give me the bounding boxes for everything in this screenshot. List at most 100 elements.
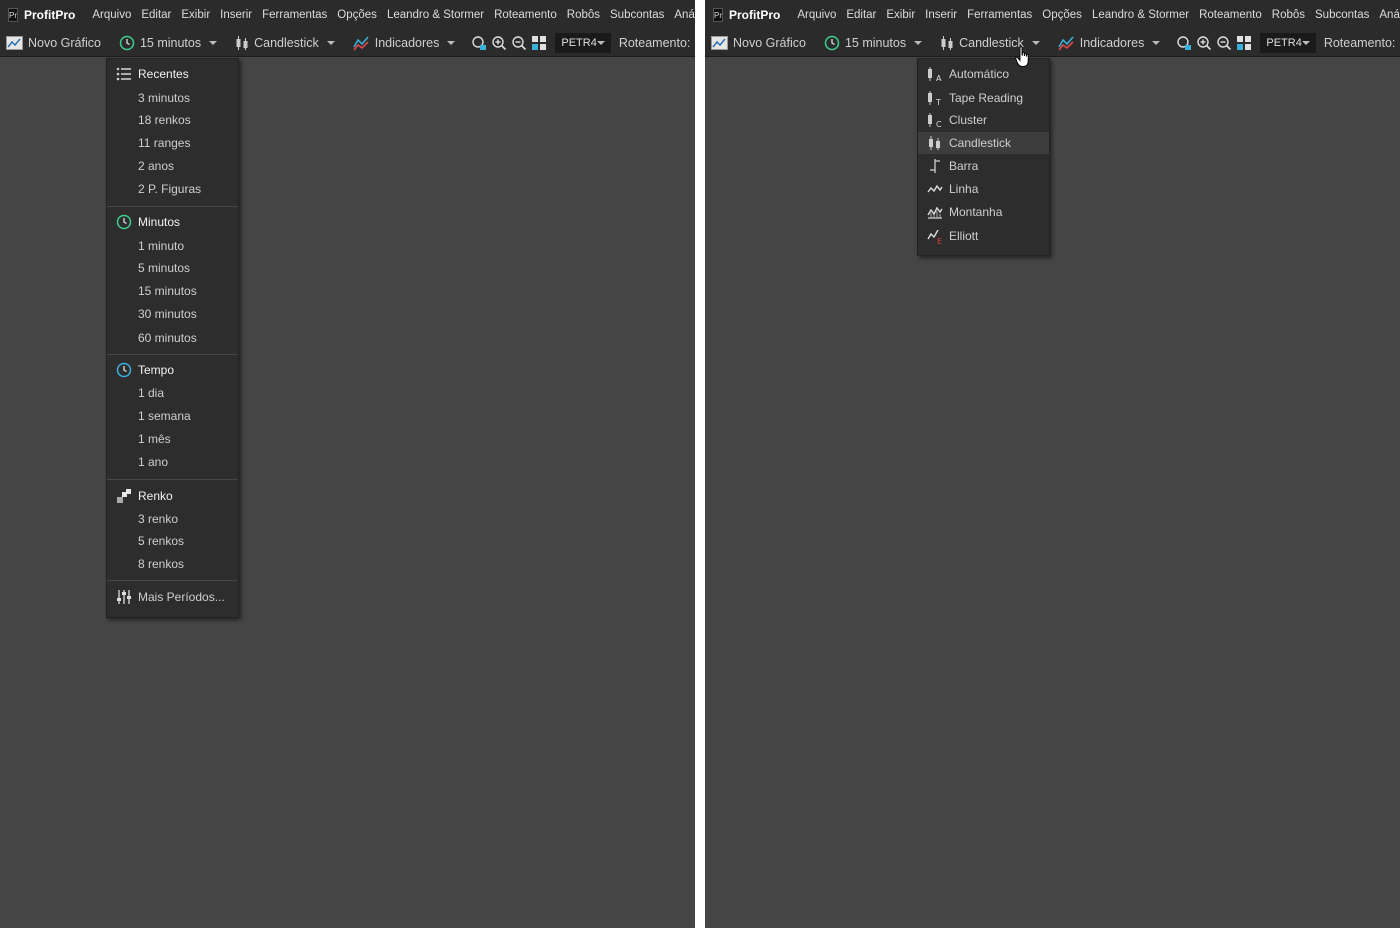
- zoom-out-button[interactable]: [511, 33, 527, 53]
- chart-type-item-montanha[interactable]: Montanha: [918, 201, 1049, 223]
- period-item[interactable]: 8 renkos: [107, 553, 238, 575]
- menu-opcoes[interactable]: Opções: [1042, 9, 1082, 21]
- menu-inserir[interactable]: Inserir: [220, 9, 252, 21]
- section-header-label: Recentes: [138, 67, 189, 81]
- chevron-down-icon: [447, 41, 456, 45]
- chart-type-item-automatico[interactable]: A Automático: [918, 63, 1049, 85]
- period-item[interactable]: 60 minutos: [107, 327, 238, 349]
- period-label: 15 minutos: [139, 36, 202, 50]
- ticker-select[interactable]: PETR4: [1260, 33, 1316, 53]
- chart-type-item-cluster[interactable]: C Cluster: [918, 109, 1049, 131]
- candle-a-icon: A: [928, 67, 942, 82]
- section-header-label: Renko: [138, 489, 173, 503]
- more-periods-item[interactable]: Mais Períodos...: [107, 586, 238, 608]
- menu-exibir[interactable]: Exibir: [886, 9, 915, 21]
- period-item[interactable]: 11 ranges: [107, 132, 238, 154]
- zoom-in-button[interactable]: [491, 33, 507, 53]
- chart-type-dropdown: A Automático T Tape Reading C Cluster Ca…: [917, 58, 1050, 256]
- chart-type-label: Elliott: [949, 229, 979, 243]
- chart-type-label: Candlestick: [254, 36, 319, 50]
- layout-button[interactable]: [531, 33, 547, 53]
- period-item[interactable]: 1 minuto: [107, 235, 238, 257]
- ticker-select[interactable]: PETR4: [555, 33, 611, 53]
- menu-exibir[interactable]: Exibir: [181, 9, 210, 21]
- menu-ferramentas[interactable]: Ferramentas: [967, 9, 1032, 21]
- layout-grid-icon: [532, 36, 547, 50]
- period-item[interactable]: 3 minutos: [107, 87, 238, 109]
- zoom-reset-button[interactable]: [1176, 33, 1192, 53]
- menu-analises[interactable]: Análises: [674, 9, 695, 21]
- chart-type-item-linha[interactable]: Linha: [918, 178, 1049, 200]
- roteamento-label: Roteamento:: [1323, 36, 1396, 50]
- period-item[interactable]: 2 anos: [107, 155, 238, 177]
- menu-roteamento[interactable]: Roteamento: [1199, 9, 1262, 21]
- section-header-recentes: Recentes: [107, 63, 238, 85]
- roteamento-label: Roteamento:: [618, 36, 691, 50]
- period-item[interactable]: 18 renkos: [107, 109, 238, 131]
- period-item-label: 30 minutos: [138, 307, 197, 321]
- candle-t-icon: T: [928, 91, 941, 106]
- period-item[interactable]: 2 P. Figuras: [107, 178, 238, 200]
- period-item[interactable]: 30 minutos: [107, 303, 238, 325]
- period-item[interactable]: 3 renko: [107, 508, 238, 530]
- chevron-down-icon: [1031, 41, 1040, 45]
- menu-robos[interactable]: Robôs: [567, 9, 600, 21]
- sliders-icon: [117, 590, 131, 604]
- period-item[interactable]: 1 ano: [107, 451, 238, 473]
- chart-type-button[interactable]: Candlestick: [229, 30, 341, 56]
- new-chart-button[interactable]: Novo Gráfico: [705, 30, 812, 56]
- chevron-down-icon: [596, 41, 605, 45]
- period-button[interactable]: 15 minutos: [113, 30, 223, 56]
- zoom-out-button[interactable]: [1216, 33, 1232, 53]
- indicators-label: Indicadores: [1079, 36, 1145, 50]
- menu-opcoes[interactable]: Opções: [337, 9, 377, 21]
- menu-leandro-stormer[interactable]: Leandro & Stormer: [387, 9, 484, 21]
- period-item[interactable]: 1 dia: [107, 382, 238, 404]
- zoom-reset-icon: [1177, 36, 1192, 51]
- menu-editar[interactable]: Editar: [141, 9, 171, 21]
- menu-robos[interactable]: Robôs: [1272, 9, 1305, 21]
- chart-type-item-candlestick[interactable]: Candlestick: [918, 132, 1049, 154]
- candlestick-icon: [941, 36, 953, 50]
- layout-button[interactable]: [1236, 33, 1252, 53]
- period-item[interactable]: 5 minutos: [107, 257, 238, 279]
- period-item[interactable]: 1 semana: [107, 405, 238, 427]
- period-button[interactable]: 15 minutos: [818, 30, 928, 56]
- indicators-button[interactable]: Indicadores: [347, 30, 462, 56]
- menu-analises[interactable]: Análises: [1379, 9, 1400, 21]
- menu-bar: Pr ProfitPro Arquivo Editar Exibir Inser…: [0, 0, 695, 30]
- section-header-renko: Renko: [107, 485, 238, 507]
- chart-type-item-tape-reading[interactable]: T Tape Reading: [918, 87, 1049, 109]
- chevron-down-icon: [914, 41, 923, 45]
- period-item[interactable]: 15 minutos: [107, 280, 238, 302]
- new-chart-button[interactable]: Novo Gráfico: [0, 30, 107, 56]
- indicators-button[interactable]: Indicadores: [1052, 30, 1167, 56]
- period-item-label: 3 minutos: [138, 91, 191, 105]
- chevron-down-icon: [1301, 41, 1310, 45]
- period-item[interactable]: 5 renkos: [107, 530, 238, 552]
- menu-ferramentas[interactable]: Ferramentas: [262, 9, 327, 21]
- line-icon: [927, 184, 943, 193]
- svg-text:A: A: [936, 74, 942, 82]
- menu-roteamento[interactable]: Roteamento: [494, 9, 557, 21]
- period-item[interactable]: 1 mês: [107, 428, 238, 450]
- menu-editar[interactable]: Editar: [846, 9, 876, 21]
- ticker-value: PETR4: [1266, 37, 1302, 49]
- chart-type-label: Cluster: [949, 113, 988, 127]
- zoom-reset-button[interactable]: [471, 33, 487, 53]
- toolbar: Novo Gráfico 15 minutos Candlestick Indi…: [705, 30, 1400, 57]
- chart-type-label: Barra: [949, 159, 979, 173]
- menu-arquivo[interactable]: Arquivo: [797, 9, 836, 21]
- svg-text:E: E: [937, 237, 942, 244]
- chart-type-item-barra[interactable]: Barra: [918, 155, 1049, 177]
- menu-subcontas[interactable]: Subcontas: [1315, 9, 1369, 21]
- menu-leandro-stormer[interactable]: Leandro & Stormer: [1092, 9, 1189, 21]
- candlestick-icon: [236, 36, 248, 50]
- menu-subcontas[interactable]: Subcontas: [610, 9, 664, 21]
- menu-inserir[interactable]: Inserir: [925, 9, 957, 21]
- menu-divider: [107, 354, 238, 355]
- zoom-in-button[interactable]: [1196, 33, 1212, 53]
- period-item-label: 18 renkos: [138, 113, 191, 127]
- menu-arquivo[interactable]: Arquivo: [92, 9, 131, 21]
- chart-type-item-elliott[interactable]: E Elliott: [918, 225, 1049, 247]
